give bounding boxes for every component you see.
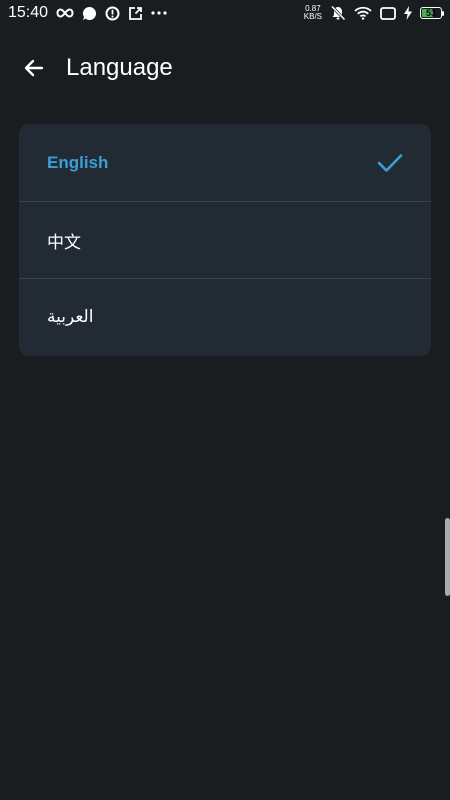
check-icon: [377, 153, 403, 173]
bell-off-icon: [330, 5, 346, 21]
status-time: 15:40: [8, 4, 49, 21]
app-bar: Language: [0, 40, 450, 96]
more-dots-icon: [151, 11, 167, 15]
page-title: Language: [66, 54, 173, 81]
scrollbar[interactable]: [445, 518, 450, 596]
infinity-icon: [56, 8, 74, 18]
language-label: 中文: [47, 232, 81, 252]
language-list: English 中文 العربية: [19, 124, 431, 356]
back-button[interactable]: [12, 46, 56, 90]
battery-nub: [442, 11, 444, 16]
language-item-chinese[interactable]: 中文: [19, 201, 431, 278]
net-speed-unit: KB/S: [303, 12, 322, 21]
status-right: 0.87 KB/S 53: [296, 5, 444, 21]
battery-level: 53: [425, 7, 436, 18]
battery-icon: 53: [420, 7, 444, 19]
arrow-left-icon: [24, 59, 44, 77]
language-item-english[interactable]: English: [19, 124, 431, 201]
language-label: English: [47, 152, 109, 172]
net-speed: 0.87 KB/S: [304, 5, 322, 21]
charging-icon: [404, 6, 412, 20]
wifi-icon: [354, 6, 372, 20]
status-left: 15:40: [8, 4, 175, 22]
alert-icon: [105, 6, 120, 21]
message-icon: [82, 6, 97, 21]
screen-icon: [380, 6, 396, 20]
language-label: العربية: [47, 307, 94, 326]
status-bar: 15:40 0.87 KB/S 53: [0, 0, 450, 26]
share-icon: [128, 6, 143, 21]
language-item-arabic[interactable]: العربية: [19, 278, 431, 355]
